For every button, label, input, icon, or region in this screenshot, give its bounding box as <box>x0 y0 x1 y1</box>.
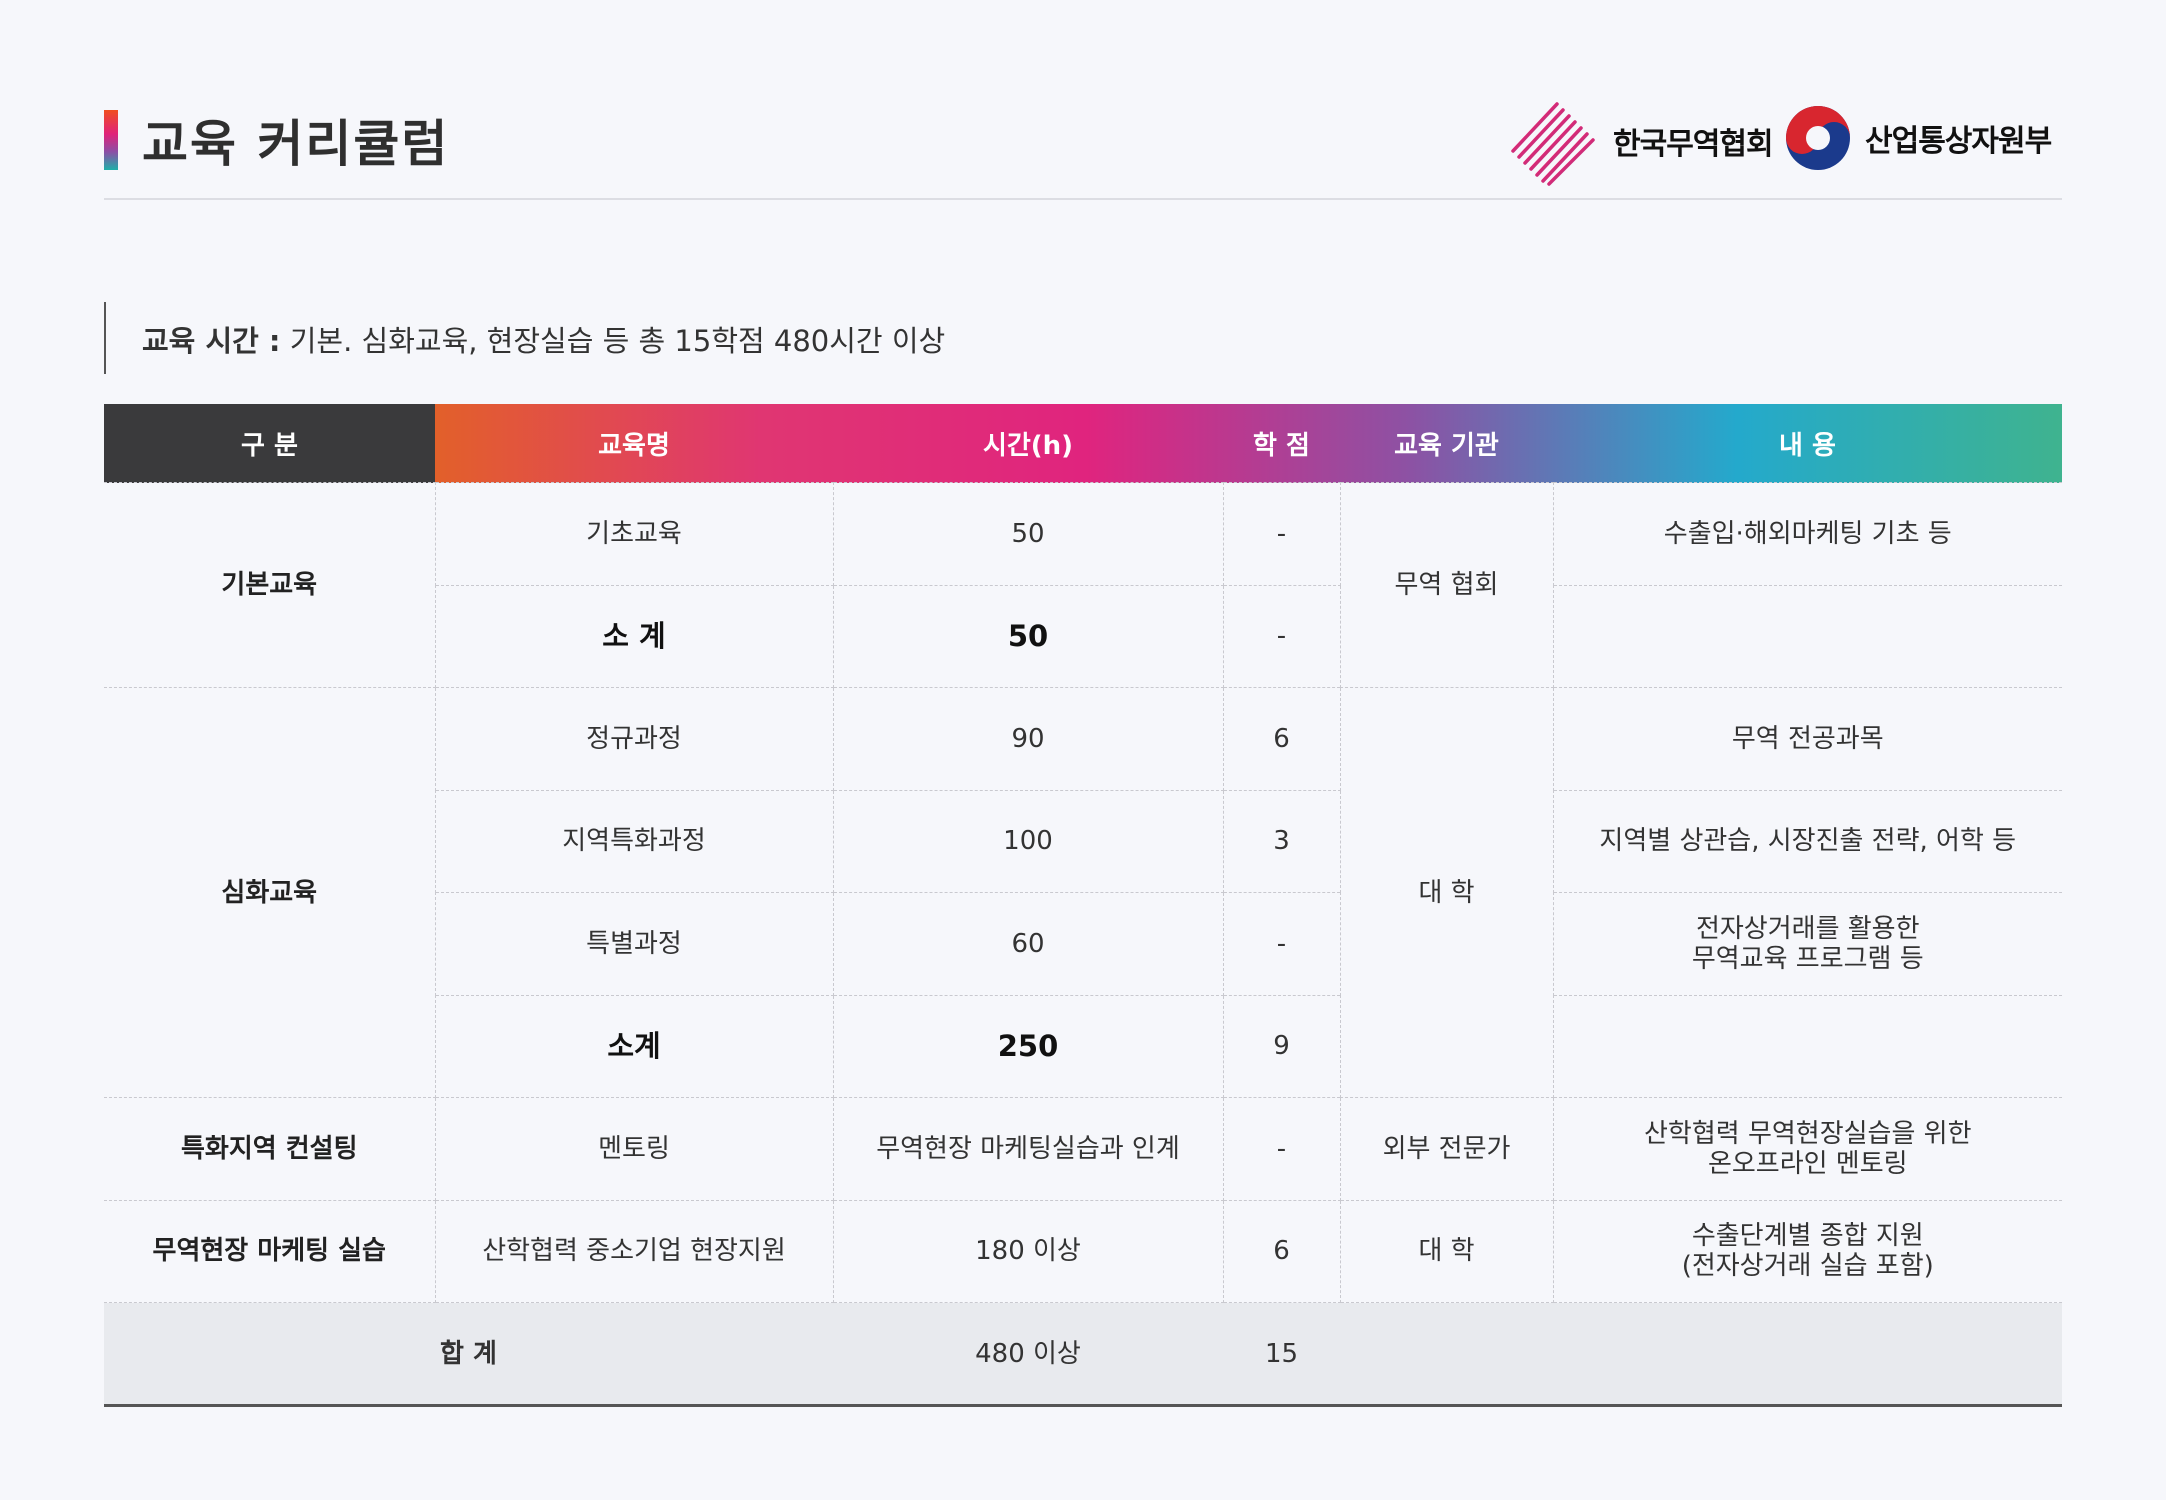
hours-cell: 100 <box>832 789 1224 893</box>
content-cell: 전자상거래를 활용한 무역교육 프로그램 등 <box>1552 892 2062 996</box>
subtotal-hours-cell: 50 <box>832 584 1224 688</box>
content-cell: 수출입·해외마케팅 기초 등 <box>1552 482 2062 586</box>
institution-cell: 대 학 <box>1339 1199 1554 1303</box>
course-name-cell: 정규과정 <box>434 687 834 791</box>
hours-cell: 90 <box>832 687 1224 791</box>
credit-cell: 9 <box>1222 994 1341 1098</box>
content-cell: 수출단계별 종합 지원 (전자상거래 실습 포함) <box>1552 1199 2062 1303</box>
category-cell: 특화지역 컨설팅 <box>104 1097 436 1201</box>
hours-cell: 무역현장 마케팅실습과 인계 <box>832 1097 1224 1201</box>
table-row: 기본교육 기초교육 50 - 무역 협회 수출입·해외마케팅 기초 등 <box>104 482 2062 688</box>
curriculum-table: 구 분 교육명 시간(h) 학 점 교육 기관 내 용 기본교육 기초교육 50… <box>104 404 2062 1407</box>
header-divider <box>104 198 2062 200</box>
category-cell: 무역현장 마케팅 실습 <box>104 1199 436 1303</box>
total-label-cell: 합 계 <box>104 1302 833 1407</box>
kita-logo: 한국무역협회 <box>1505 96 1774 186</box>
content-cell: 지역별 상관습, 시장진출 전략, 어학 등 <box>1552 789 2062 893</box>
hours-cell: 50 <box>832 482 1224 586</box>
hours-cell: 180 이상 <box>832 1199 1224 1303</box>
page-title: 교육 커리큘럼 <box>142 115 450 173</box>
content-cell: 산학협력 무역현장실습을 위한 온오프라인 멘토링 <box>1552 1097 2062 1201</box>
motie-logo-text: 산업통상자원부 <box>1865 124 2052 159</box>
course-name-cell: 산학협력 중소기업 현장지원 <box>434 1199 834 1303</box>
total-credit-cell: 15 <box>1223 1302 1340 1407</box>
credit-cell: - <box>1222 1097 1341 1201</box>
table-row: 무역현장 마케팅 실습 산학협력 중소기업 현장지원 180 이상 6 대 학 … <box>104 1199 2062 1303</box>
subtotal-label-cell: 소계 <box>435 994 834 1098</box>
table-row: 심화교육 정규과정 90 6 대 학 무역 전공과목 <box>104 687 2062 1098</box>
title-accent-bar <box>104 110 118 170</box>
content-cell: 무역 전공과목 <box>1552 687 2062 791</box>
hours-cell: 60 <box>832 892 1224 996</box>
kita-logo-icon <box>1511 102 1595 186</box>
note-label: 교육 시간 : <box>142 324 281 358</box>
table-header-row: 구 분 교육명 시간(h) 학 점 교육 기관 내 용 <box>104 404 2062 483</box>
header-course-name: 교육명 <box>435 404 833 483</box>
table-row: 특화지역 컨설팅 멘토링 무역현장 마케팅실습과 인계 - 외부 전문가 산학협… <box>104 1097 2062 1201</box>
education-hours-note: 교육 시간 : 기본. 심화교육, 현장실습 등 총 15학점 480시간 이상 <box>142 318 945 360</box>
category-cell: 심화교육 <box>104 687 436 1098</box>
content-cell <box>1552 584 2062 688</box>
subtotal-label-cell: 소 계 <box>435 584 834 688</box>
header-hours: 시간(h) <box>833 404 1223 483</box>
taegeuk-emblem-icon <box>1786 106 1850 170</box>
total-row: 합 계 480 이상 15 <box>104 1302 2062 1407</box>
header-content: 내 용 <box>1553 404 2062 483</box>
credit-cell: - <box>1222 892 1341 996</box>
category-cell: 기본교육 <box>104 482 436 688</box>
content-cell <box>1552 994 2062 1098</box>
credit-cell: - <box>1222 584 1341 688</box>
course-name-cell: 멘토링 <box>434 1097 834 1201</box>
motie-logo: 산업통상자원부 <box>1783 102 2052 174</box>
credit-cell: 6 <box>1222 1199 1341 1303</box>
kita-logo-text: 한국무역협회 <box>1613 127 1774 162</box>
note-accent-bar <box>104 302 106 374</box>
header-category: 구 분 <box>104 404 435 483</box>
header-credits: 학 점 <box>1223 404 1340 483</box>
subtotal-hours-cell: 250 <box>832 994 1224 1098</box>
header-institution: 교육 기관 <box>1340 404 1553 483</box>
course-name-cell: 특별과정 <box>435 892 834 996</box>
note-text: 기본. 심화교육, 현장실습 등 총 15학점 480시간 이상 <box>280 324 946 358</box>
total-content-cell <box>1553 1302 2062 1407</box>
course-name-cell: 기초교육 <box>434 482 834 586</box>
credit-cell: - <box>1222 482 1341 586</box>
institution-cell: 대 학 <box>1339 687 1554 1098</box>
credit-cell: 3 <box>1222 789 1341 893</box>
total-hours-cell: 480 이상 <box>833 1302 1223 1407</box>
total-institution-cell <box>1340 1302 1553 1407</box>
institution-cell: 외부 전문가 <box>1339 1097 1554 1201</box>
institution-cell: 무역 협회 <box>1339 482 1554 688</box>
credit-cell: 6 <box>1222 687 1341 791</box>
course-name-cell: 지역특화과정 <box>435 789 834 893</box>
